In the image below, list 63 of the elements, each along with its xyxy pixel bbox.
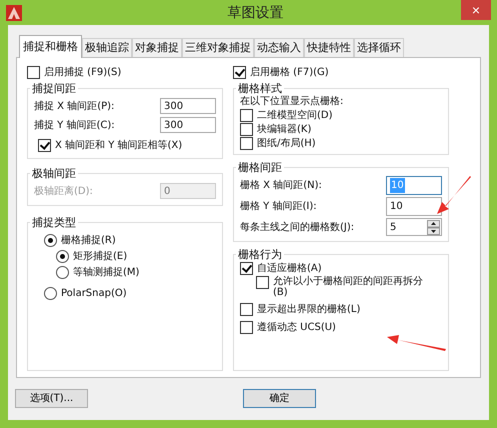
field-label: 栅格 Y 轴间距(I):: [240, 200, 317, 213]
annotation-arrow: [437, 176, 471, 214]
checkbox-label: 自适应栅格(A): [257, 262, 322, 275]
field-label: 栅格 X 轴间距(N):: [240, 179, 322, 192]
field-value: 10: [390, 200, 403, 214]
annotation-arrow: [387, 335, 446, 351]
field-label: 每条主线之间的栅格数(J):: [240, 220, 354, 234]
app-icon: [6, 4, 22, 20]
input-field[interactable]: 300: [160, 98, 216, 114]
checkbox[interactable]: [38, 139, 51, 152]
checkbox[interactable]: [240, 303, 253, 316]
field-label: 捕捉 X 轴间距(P):: [34, 100, 114, 112]
checkbox[interactable]: [240, 262, 253, 275]
tab[interactable]: 选择循环: [354, 38, 404, 57]
radio-label: 栅格捕捉(R): [61, 234, 116, 247]
radio-button[interactable]: [44, 287, 57, 300]
radio-button[interactable]: [56, 250, 69, 263]
tab[interactable]: 对象捕捉: [132, 38, 182, 57]
tab[interactable]: 极轴追踪: [82, 38, 132, 57]
field-label: 极轴距离(D):: [34, 184, 93, 198]
field-value: 10: [390, 178, 405, 193]
group-title: 栅格行为: [237, 248, 283, 261]
checkbox-label: 启用栅格 (F7)(G): [250, 66, 329, 78]
tab[interactable]: 动态输入: [254, 38, 304, 57]
radio-label: PolarSnap(O): [61, 287, 127, 300]
checkbox-label: X 轴间距和 Y 轴间距相等(X): [55, 139, 182, 152]
group-title: 栅格间距: [237, 161, 283, 174]
group-title: 极轴间距: [31, 167, 77, 180]
caption-text: 在以下位置显示点栅格:: [240, 96, 344, 107]
checkbox-label: 图纸/布局(H): [257, 137, 316, 150]
checkbox[interactable]: [240, 137, 253, 150]
radio-button[interactable]: [44, 234, 57, 247]
checkbox[interactable]: [256, 276, 269, 289]
radio-label: 矩形捕捉(E): [73, 250, 128, 263]
radio-label: 等轴测捕捉(M): [73, 266, 140, 279]
close-button[interactable]: ×: [461, 0, 491, 20]
group-title: 捕捉间距: [31, 82, 77, 95]
spinner-arrows-icon[interactable]: [427, 220, 440, 234]
input-field[interactable]: 10: [386, 197, 442, 216]
checkbox[interactable]: [27, 66, 40, 78]
tab[interactable]: 捕捉和栅格: [19, 35, 82, 58]
input-field[interactable]: 300: [160, 117, 216, 133]
field-value: 5: [390, 220, 396, 234]
checkbox[interactable]: [240, 123, 253, 136]
checkbox[interactable]: [240, 321, 253, 334]
tab[interactable]: 三维对象捕捉: [182, 38, 254, 57]
group-title: 栅格样式: [237, 82, 283, 95]
checkbox-label: 遵循动态 UCS(U): [257, 321, 336, 334]
tab[interactable]: 快捷特性: [304, 38, 354, 57]
checkbox-label: 显示超出界限的栅格(L): [257, 303, 360, 316]
checkbox-label: 二维模型空间(D): [257, 109, 333, 122]
dialog-button[interactable]: 确定: [243, 388, 316, 408]
checkbox-label: 块编辑器(K): [257, 123, 312, 136]
checkbox[interactable]: [240, 109, 253, 122]
spinner-field[interactable]: 5: [386, 218, 442, 236]
checkbox-label: 允许以小于栅格间距的间距再拆分(B): [273, 276, 424, 298]
window-title: 草图设置: [228, 4, 284, 22]
dialog-button[interactable]: 选项(T)...: [15, 388, 88, 408]
checkbox-label: 启用捕捉 (F9)(S): [44, 66, 122, 78]
field-label: 捕捉 Y 轴间距(C):: [34, 118, 115, 132]
radio-button[interactable]: [56, 266, 69, 279]
checkbox[interactable]: [233, 66, 246, 78]
group-title: 捕捉类型: [31, 216, 77, 229]
